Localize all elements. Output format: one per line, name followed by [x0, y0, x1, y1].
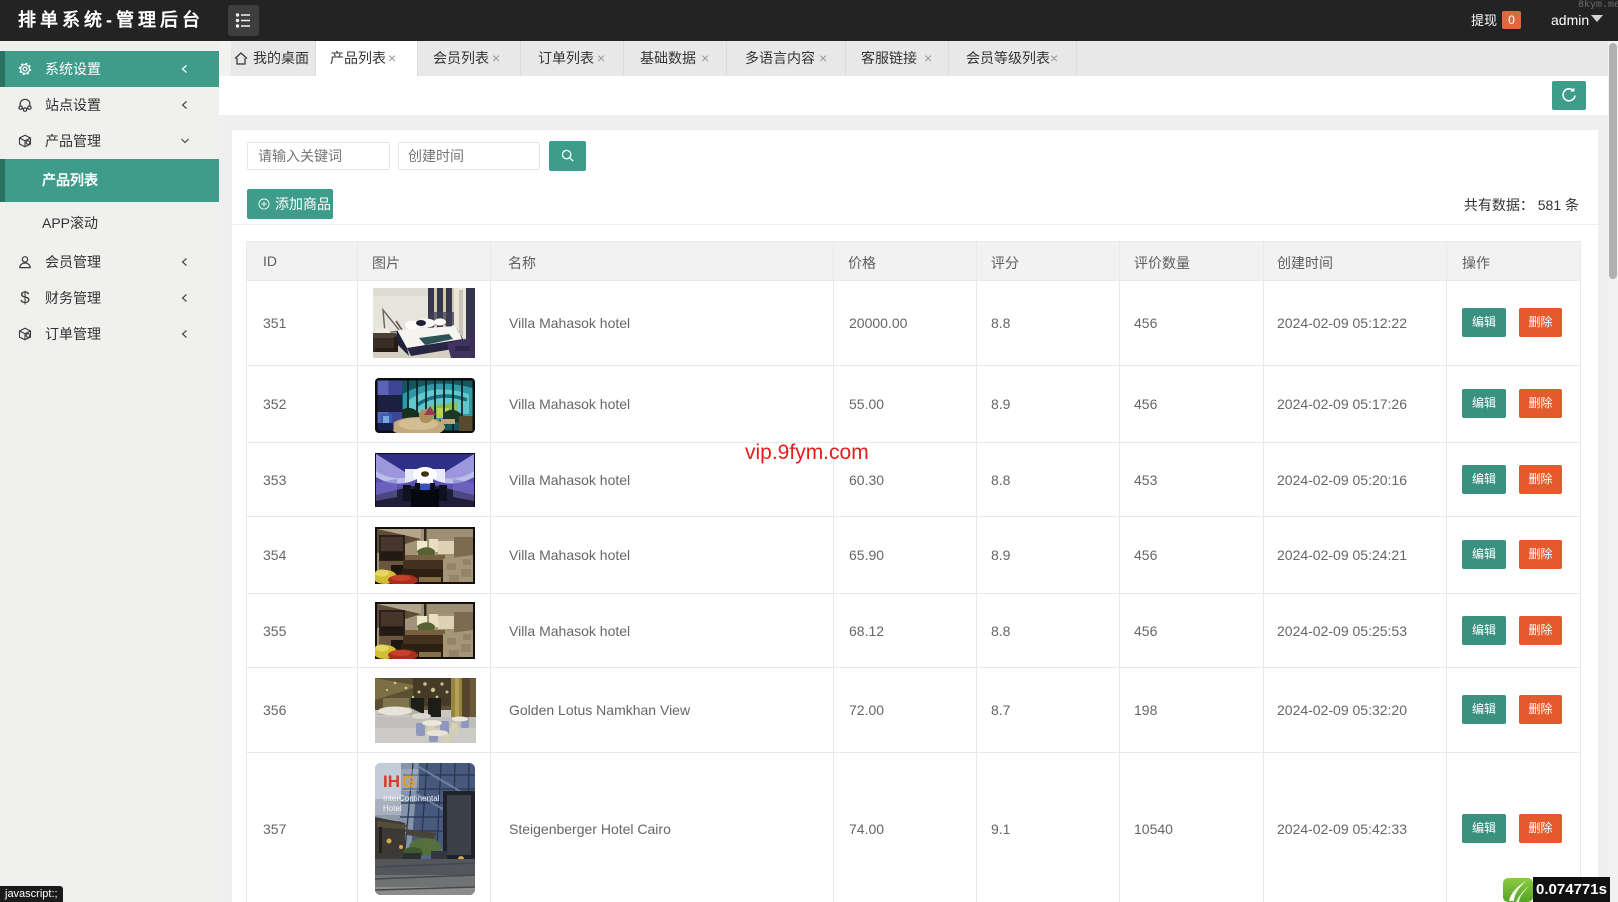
svg-text:InterContinental: InterContinental: [383, 794, 440, 803]
svg-text:IH: IH: [383, 772, 400, 791]
svg-text:Hotel: Hotel: [383, 804, 402, 813]
svg-text:G: G: [402, 772, 415, 791]
